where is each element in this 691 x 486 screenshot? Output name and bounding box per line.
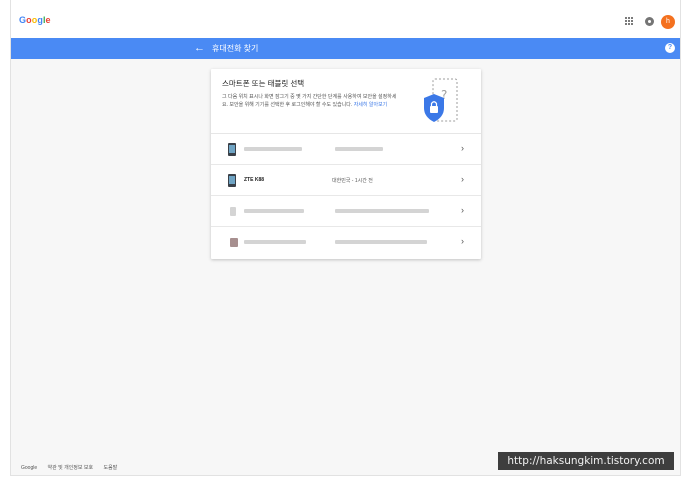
redacted-device-location (335, 147, 383, 151)
redacted-device-name (244, 209, 304, 213)
footer-google[interactable]: Google (21, 465, 37, 471)
redacted-device-name (244, 147, 302, 151)
footer-terms-link[interactable]: 약관 및 개인정보 보호 (48, 465, 94, 471)
device-row[interactable]: › (211, 227, 481, 258)
logo-letter: e (45, 15, 51, 25)
phone-lock-illustration-icon: ? (424, 78, 458, 122)
device-row[interactable]: › (211, 134, 481, 165)
card-description: 그 다음 위치 표시나 화면 잠그기 중 몇 가지 간단한 단계를 사용하여 보… (222, 93, 398, 109)
learn-more-link[interactable]: 자세히 알아보기 (354, 102, 388, 108)
top-bar: Google h (11, 0, 680, 38)
redacted-device-name (244, 240, 306, 244)
page-title: 휴대전화 찾기 (212, 44, 259, 53)
redacted-device-location (335, 240, 427, 244)
title-bar: ← 휴대전화 찾기 ? (11, 38, 680, 59)
chevron-right-icon[interactable]: › (461, 143, 464, 153)
account-avatar[interactable]: h (661, 15, 675, 29)
chevron-right-icon[interactable]: › (461, 236, 464, 246)
app-frame: Google h ← 휴대전화 찾기 ? 스마트폰 또는 태블릿 선택 그 다음… (10, 0, 681, 476)
device-location: 대한민국 - 1시간 전 (332, 178, 373, 184)
watermark-url: http://haksungkim.tistory.com (498, 452, 674, 470)
notifications-icon[interactable] (645, 17, 654, 26)
device-row[interactable]: ZTE K88 대한민국 - 1시간 전 › (211, 165, 481, 196)
chevron-right-icon[interactable]: › (461, 205, 464, 215)
footer-help-link[interactable]: 도움말 (103, 465, 117, 471)
help-icon[interactable]: ? (665, 43, 675, 53)
back-arrow-icon[interactable]: ← (194, 41, 205, 55)
card-header: 스마트폰 또는 태블릿 선택 그 다음 위치 표시나 화면 잠그기 중 몇 가지… (211, 69, 481, 134)
chevron-right-icon[interactable]: › (461, 174, 464, 184)
device-name: ZTE K88 (244, 177, 265, 183)
device-row[interactable]: › (211, 196, 481, 227)
phone-icon (228, 143, 236, 156)
device-select-card: 스마트폰 또는 태블릿 선택 그 다음 위치 표시나 화면 잠그기 중 몇 가지… (211, 69, 481, 259)
google-logo[interactable]: Google (19, 15, 51, 25)
redacted-device-icon (230, 238, 238, 247)
phone-icon (228, 174, 236, 187)
footer: Google 약관 및 개인정보 보호 도움말 (21, 464, 126, 471)
redacted-device-location (335, 209, 429, 213)
apps-grid-icon[interactable] (625, 17, 633, 25)
redacted-device-icon (230, 207, 236, 216)
card-title: 스마트폰 또는 태블릿 선택 (222, 79, 305, 88)
